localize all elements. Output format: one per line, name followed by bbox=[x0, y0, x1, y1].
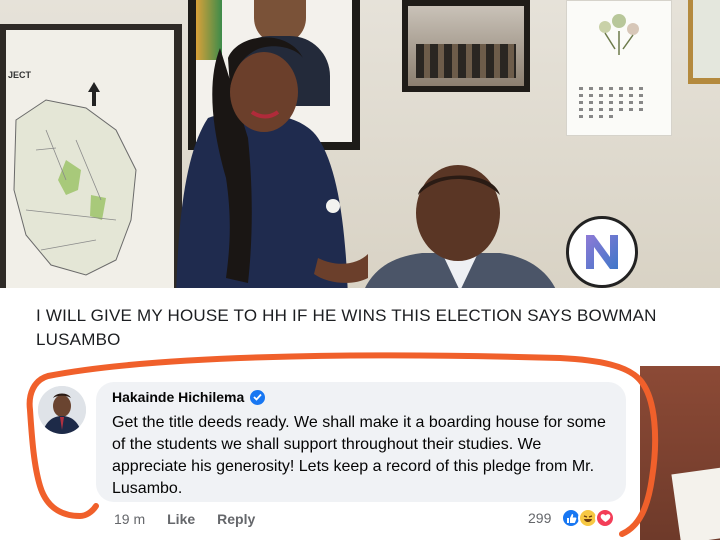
watermark-n-icon bbox=[586, 235, 618, 269]
woman-figure bbox=[176, 37, 368, 300]
wall-map: JECT bbox=[6, 30, 174, 318]
wall-map-frame: JECT bbox=[0, 24, 182, 324]
map-drawing bbox=[13, 82, 137, 276]
post-headline: I WILL GIVE MY HOUSE TO HH IF HE WINS TH… bbox=[36, 306, 657, 349]
wall-calendar bbox=[566, 0, 672, 136]
comment-actions: 19 m Like Reply bbox=[114, 511, 255, 527]
verified-badge-icon bbox=[250, 389, 266, 405]
watermark-logo bbox=[566, 216, 638, 288]
office-photo: JECT I WILL GIVE MY HOUSE TO HH IF HE WI… bbox=[0, 0, 720, 540]
desk-paper bbox=[671, 466, 720, 540]
comment-text: Get the title deeds ready. We shall make… bbox=[112, 414, 606, 497]
love-icon bbox=[595, 508, 616, 528]
calendar-grid bbox=[579, 87, 663, 130]
comment-author-name[interactable]: Hakainde Hichilema bbox=[112, 389, 244, 405]
man-figure bbox=[360, 165, 560, 300]
comment-timestamp[interactable]: 19 m bbox=[114, 511, 145, 527]
reply-button[interactable]: Reply bbox=[217, 511, 255, 527]
right-frame bbox=[688, 0, 720, 84]
like-button[interactable]: Like bbox=[167, 511, 195, 527]
group-photo-frame bbox=[402, 0, 530, 92]
group-photo bbox=[408, 6, 524, 86]
comment-author-row: Hakainde Hichilema bbox=[112, 389, 266, 405]
calendar-flower-image bbox=[585, 9, 653, 57]
commenter-avatar[interactable] bbox=[38, 386, 86, 434]
reaction-count: 299 bbox=[528, 510, 552, 526]
reaction-summary[interactable]: 299 bbox=[528, 508, 616, 528]
map-title: JECT bbox=[8, 70, 32, 80]
